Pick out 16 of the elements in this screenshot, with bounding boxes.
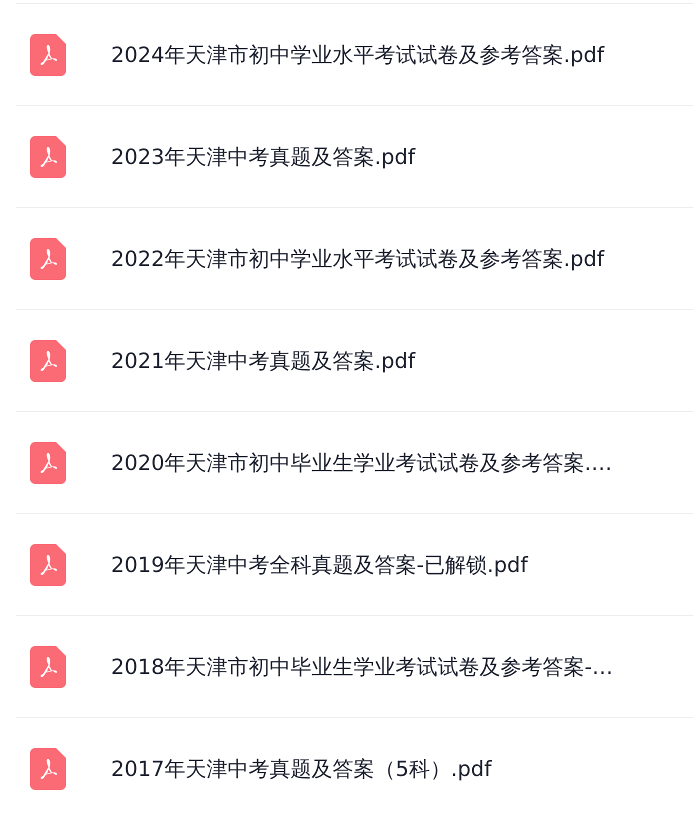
file-name[interactable]: 2019年天津中考全科真题及答案-已解锁.pdf bbox=[111, 550, 528, 578]
file-name[interactable]: 2024年天津市初中学业水平考试试卷及参考答案.pdf bbox=[111, 40, 604, 68]
file-name[interactable]: 2017年天津中考真题及答案（5科）.pdf bbox=[111, 754, 492, 782]
file-name[interactable]: 2022年天津市初中学业水平考试试卷及参考答案.pdf bbox=[111, 244, 604, 272]
pdf-file-icon bbox=[30, 442, 66, 484]
file-name[interactable]: 2023年天津中考真题及答案.pdf bbox=[111, 142, 416, 170]
file-name[interactable]: 2021年天津中考真题及答案.pdf bbox=[111, 346, 416, 374]
file-name[interactable]: 2018年天津市初中毕业生学业考试试卷及参考答案-… bbox=[111, 652, 614, 680]
pdf-file-icon bbox=[30, 340, 66, 382]
pdf-file-icon bbox=[30, 646, 66, 688]
file-name[interactable]: 2020年天津市初中毕业生学业考试试卷及参考答案.… bbox=[111, 448, 612, 476]
pdf-file-icon bbox=[30, 544, 66, 586]
pdf-file-icon bbox=[30, 748, 66, 790]
pdf-file-icon bbox=[30, 136, 66, 178]
pdf-file-icon bbox=[30, 238, 66, 280]
pdf-file-icon bbox=[30, 34, 66, 76]
